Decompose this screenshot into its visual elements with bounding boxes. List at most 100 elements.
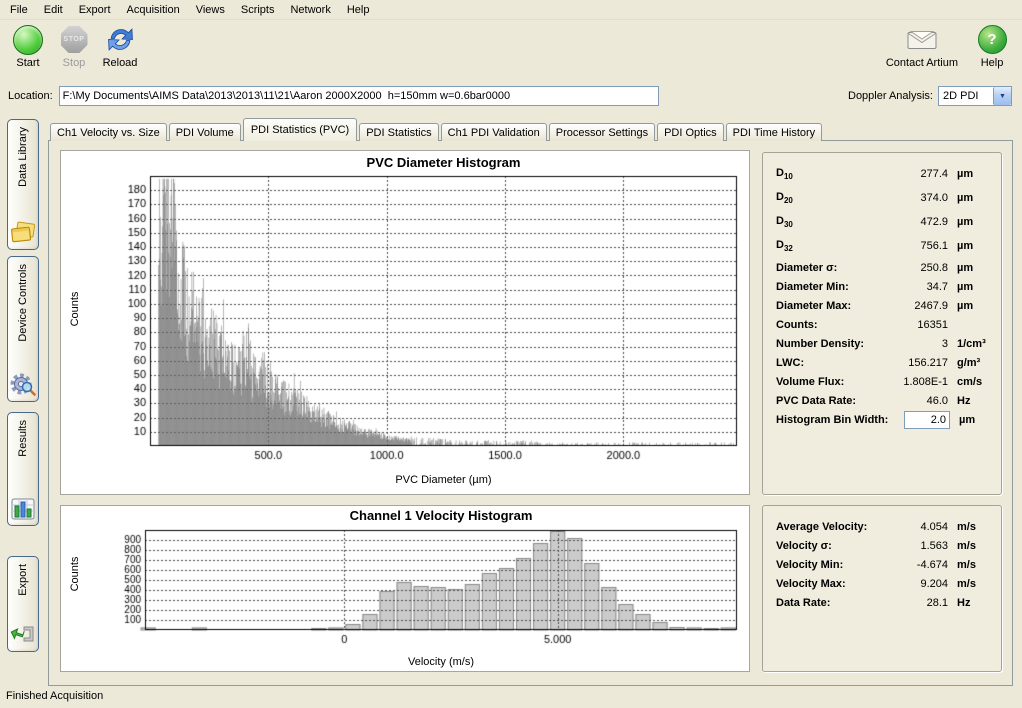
stat-label: D30 <box>776 215 882 229</box>
pvc-histogram-title: PVC Diameter Histogram <box>150 155 737 170</box>
menu-acquisition[interactable]: Acquisition <box>119 2 188 18</box>
stat-unit: m/s <box>948 540 988 552</box>
stat-label: Velocity Max: <box>776 578 882 590</box>
velocity-histogram-ylabel: Counts <box>69 554 81 594</box>
stat-unit: m/s <box>948 521 988 533</box>
stat-label: Histogram Bin Width: <box>776 414 888 426</box>
chevron-down-icon: ▼ <box>993 87 1011 105</box>
menu-scripts[interactable]: Scripts <box>233 2 283 18</box>
stat-value: 756.1 <box>882 240 948 252</box>
velocity-stat-row-velocity-max: Velocity Max:9.204m/s <box>776 574 988 593</box>
stat-label: Volume Flux: <box>776 376 882 388</box>
stat-unit: µm <box>950 414 988 426</box>
stat-value: 1.563 <box>882 540 948 552</box>
help-button[interactable]: ? Help <box>972 23 1012 69</box>
tab-pdi-statistics[interactable]: PDI Statistics <box>359 123 438 141</box>
stat-label: PVC Data Rate: <box>776 395 882 407</box>
start-button-label: Start <box>16 57 39 69</box>
menu-network[interactable]: Network <box>282 2 338 18</box>
tab-ch1-pdi-validation[interactable]: Ch1 PDI Validation <box>441 123 547 141</box>
stat-label: Diameter σ: <box>776 262 882 274</box>
gear-magnifier-icon <box>10 371 36 397</box>
pvc-stat-row-counts: Counts:16351 <box>776 315 988 334</box>
stat-label: D20 <box>776 191 882 205</box>
velocity-stat-row-velocity-min: Velocity Min:-4.674m/s <box>776 555 988 574</box>
stat-unit: µm <box>948 240 988 252</box>
sidebar-item-results[interactable]: Results <box>7 412 39 526</box>
stat-unit: µm <box>948 262 988 274</box>
stat-value: 156.217 <box>882 357 948 369</box>
reload-button[interactable]: Reload <box>100 23 140 69</box>
stat-label: D10 <box>776 167 882 181</box>
reload-button-label: Reload <box>103 57 138 69</box>
pvc-histogram-plot <box>61 151 749 494</box>
tab-pdi-time-history[interactable]: PDI Time History <box>726 123 823 141</box>
location-row: Location: Doppler Analysis: 2D PDI ▼ <box>0 83 1022 109</box>
sidebar-item-export[interactable]: Export <box>7 556 39 652</box>
stat-label: Velocity σ: <box>776 540 882 552</box>
menu-file[interactable]: File <box>2 2 36 18</box>
tab-processor-settings[interactable]: Processor Settings <box>549 123 655 141</box>
stat-value: 28.1 <box>882 597 948 609</box>
pvc-histogram-ylabel: Counts <box>69 289 81 329</box>
location-label: Location: <box>8 90 53 102</box>
stat-value: 250.8 <box>882 262 948 274</box>
sidebar-item-device-controls[interactable]: Device Controls <box>7 256 39 402</box>
stat-value: 9.204 <box>882 578 948 590</box>
pvc-stats-panel: D10277.4µmD20374.0µmD30472.9µmD32756.1µm… <box>762 152 1002 495</box>
menubar: FileEditExportAcquisitionViewsScriptsNet… <box>0 0 1022 20</box>
start-button[interactable]: Start <box>8 23 48 69</box>
menu-edit[interactable]: Edit <box>36 2 71 18</box>
velocity-histogram-title: Channel 1 Velocity Histogram <box>145 508 737 523</box>
sidebar-item-data-library-label: Data Library <box>17 127 29 187</box>
menu-export[interactable]: Export <box>71 2 119 18</box>
tab-pdi-volume[interactable]: PDI Volume <box>169 123 241 141</box>
menu-views[interactable]: Views <box>188 2 233 18</box>
pvc-stat-row-d20: D20374.0µm <box>776 186 988 210</box>
tab-strip: Ch1 Velocity vs. SizePDI VolumePDI Stati… <box>50 118 824 141</box>
pvc-stat-histogram-bin-width-input[interactable] <box>904 411 950 429</box>
tab-ch1-velocity-vs-size[interactable]: Ch1 Velocity vs. Size <box>50 123 167 141</box>
tab-pdi-optics[interactable]: PDI Optics <box>657 123 724 141</box>
contact-artium-button[interactable]: Contact Artium <box>886 23 958 69</box>
status-text: Finished Acquisition <box>6 690 103 702</box>
location-input[interactable] <box>59 86 659 106</box>
stat-unit: µm <box>948 192 988 204</box>
sidebar-item-results-label: Results <box>17 420 29 457</box>
pvc-stat-row-number-density: Number Density:31/cm³ <box>776 334 988 353</box>
stat-unit: µm <box>948 168 988 180</box>
stat-value: 16351 <box>882 319 948 331</box>
stat-label: Diameter Max: <box>776 300 882 312</box>
velocity-stat-row-data-rate: Data Rate:28.1Hz <box>776 593 988 612</box>
stat-value: 1.808E-1 <box>882 376 948 388</box>
velocity-stats-panel: Average Velocity:4.054m/s Velocity σ:1.56… <box>762 505 1002 672</box>
doppler-analysis-select[interactable]: 2D PDI ▼ <box>938 86 1012 106</box>
menu-help[interactable]: Help <box>339 2 378 18</box>
stat-unit: g/m³ <box>948 357 988 369</box>
reload-icon <box>107 26 134 53</box>
stat-value: 277.4 <box>882 168 948 180</box>
tab-pdi-statistics-pvc[interactable]: PDI Statistics (PVC) <box>243 118 357 141</box>
doppler-analysis-value: 2D PDI <box>939 90 993 102</box>
pvc-stat-row-d32: D32756.1µm <box>776 234 988 258</box>
stat-value: 374.0 <box>882 192 948 204</box>
stat-label: Data Rate: <box>776 597 882 609</box>
folders-icon <box>10 221 36 245</box>
bar-chart-icon <box>11 497 35 521</box>
status-bar: Finished Acquisition <box>0 684 1022 708</box>
toolbar: Start STOP Stop Reload <box>0 20 1022 83</box>
stop-button[interactable]: STOP Stop <box>54 23 94 69</box>
stat-unit: µm <box>948 216 988 228</box>
stat-value: 46.0 <box>882 395 948 407</box>
stat-unit: m/s <box>948 578 988 590</box>
velocity-stat-row-average-velocity: Average Velocity:4.054m/s <box>776 517 988 536</box>
stat-unit: cm/s <box>948 376 988 388</box>
stat-value: 3 <box>882 338 948 350</box>
stat-label: LWC: <box>776 357 882 369</box>
pvc-stat-row-lwc: LWC:156.217g/m³ <box>776 353 988 372</box>
sidebar-item-data-library[interactable]: Data Library <box>7 119 39 250</box>
stat-label: D32 <box>776 239 882 253</box>
pvc-stat-row-volume-flux: Volume Flux:1.808E-1cm/s <box>776 372 988 391</box>
pvc-stat-row-histogram-bin-width: Histogram Bin Width: µm <box>776 410 988 429</box>
velocity-histogram-card: Channel 1 Velocity Histogram Counts Velo… <box>60 505 750 672</box>
